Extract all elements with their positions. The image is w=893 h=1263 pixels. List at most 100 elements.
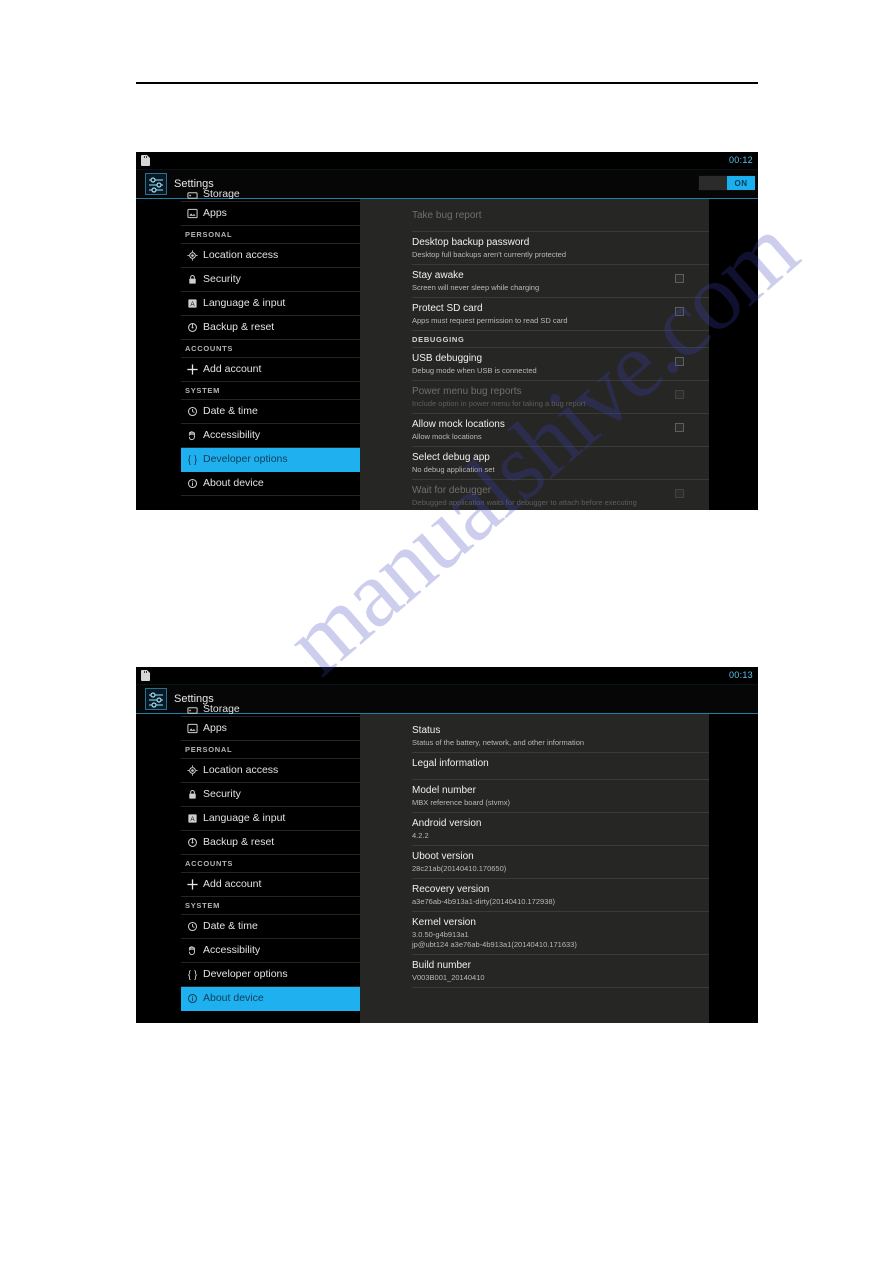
- sidebar-item-security[interactable]: Security: [181, 268, 360, 292]
- pref-title: Legal information: [412, 758, 489, 769]
- sidebar-item-location-access[interactable]: Location access: [181, 759, 360, 783]
- pref-title: USB debugging: [412, 353, 483, 364]
- android-status-bar-1: 00:12: [136, 152, 758, 170]
- sidebar-item-add-account[interactable]: Add account: [181, 873, 360, 897]
- sidebar-item-label: About device: [203, 477, 264, 489]
- status-bar-clock: 00:13: [728, 670, 753, 680]
- sidebar-item-label: Accessibility: [203, 429, 261, 441]
- pref-title: Build number: [412, 960, 471, 971]
- pref-summary: 4.2.2: [412, 831, 429, 840]
- clock-icon: [181, 406, 203, 417]
- pref-usb-debugging[interactable]: USB debugging Debug mode when USB is con…: [412, 348, 709, 381]
- plus-icon: [181, 878, 203, 891]
- sidebar-item-location-access[interactable]: Location access: [181, 244, 360, 268]
- settings-content-1: Storage Apps PERSONAL Location access Se…: [136, 190, 758, 510]
- pref-title: Select debug app: [412, 452, 490, 463]
- pref-title: Android version: [412, 818, 482, 829]
- pref-protect-sd-card[interactable]: Protect SD card Apps must request permis…: [412, 298, 709, 331]
- language-icon: A: [181, 298, 203, 309]
- apps-icon: [181, 208, 203, 219]
- protect-sd-card-checkbox[interactable]: [675, 307, 684, 316]
- sidebar-item-security[interactable]: Security: [181, 783, 360, 807]
- pref-summary: Desktop full backups aren't currently pr…: [412, 250, 567, 259]
- pref-legal-information[interactable]: Legal information: [412, 753, 709, 780]
- allow-mock-locations-checkbox[interactable]: [675, 423, 684, 432]
- pref-desktop-backup-password[interactable]: Desktop backup password Desktop full bac…: [412, 232, 709, 265]
- sidebar-item-date-time[interactable]: Date & time: [181, 400, 360, 424]
- sidebar-item-label: Location access: [203, 249, 279, 261]
- sidebar-item-label: Backup & reset: [203, 836, 275, 848]
- sidebar-item-backup-reset[interactable]: Backup & reset: [181, 831, 360, 855]
- sidebar-item-apps[interactable]: Apps: [181, 717, 360, 741]
- pref-power-menu-bug-reports[interactable]: Power menu bug reports Include option in…: [412, 381, 709, 414]
- settings-content-2: Storage Apps PERSONAL Location access Se…: [136, 705, 758, 1023]
- pref-summary: Debugged application waits for debugger …: [412, 498, 637, 507]
- pref-title: Recovery version: [412, 884, 490, 895]
- pref-title: Protect SD card: [412, 303, 483, 314]
- sidebar-nav-list-1: Storage Apps PERSONAL Location access Se…: [181, 190, 360, 496]
- settings-sliders-icon[interactable]: [145, 173, 167, 195]
- svg-text:A: A: [190, 301, 195, 308]
- pref-title: Allow mock locations: [412, 419, 505, 430]
- sidebar-item-label: Date & time: [203, 920, 258, 932]
- wait-for-debugger-checkbox[interactable]: [675, 489, 684, 498]
- sidebar-item-date-time[interactable]: Date & time: [181, 915, 360, 939]
- sidebar-item-developer-options[interactable]: Developer options: [181, 963, 360, 987]
- sidebar-item-language-input[interactable]: A Language & input: [181, 292, 360, 316]
- sidebar-header-label: SYSTEM: [185, 386, 221, 395]
- pref-summary: Status of the battery, network, and othe…: [412, 738, 585, 747]
- sidebar-item-label: Developer options: [203, 968, 288, 980]
- sidebar-header-label: ACCOUNTS: [185, 859, 234, 868]
- sidebar-item-label: Add account: [203, 878, 262, 890]
- screenshot-about-device: 00:13 Settings Storage Apps PERSONAL Loc…: [136, 667, 758, 1023]
- sidebar-item-accessibility[interactable]: Accessibility: [181, 424, 360, 448]
- sidebar-item-label: Apps: [203, 722, 227, 734]
- sidebar-item-language-input[interactable]: A Language & input: [181, 807, 360, 831]
- sidebar-item-label: About device: [203, 992, 264, 1004]
- sidebar-item-about-device[interactable]: About device: [181, 472, 360, 496]
- pref-summary: Include option in power menu for taking …: [412, 399, 586, 408]
- pref-recovery-version: Recovery version a3e76ab-4b913a1-dirty(2…: [412, 879, 709, 912]
- pref-title: Status: [412, 725, 441, 736]
- usb-debugging-checkbox[interactable]: [675, 357, 684, 366]
- location-icon: [181, 250, 203, 261]
- stay-awake-checkbox[interactable]: [675, 274, 684, 283]
- power-menu-bug-reports-checkbox[interactable]: [675, 390, 684, 399]
- pref-select-debug-app[interactable]: Select debug app No debug application se…: [412, 447, 709, 480]
- accessibility-hand-icon: [181, 945, 203, 956]
- pref-stay-awake[interactable]: Stay awake Screen will never sleep while…: [412, 265, 709, 298]
- braces-icon: [181, 454, 203, 466]
- pref-take-bug-report[interactable]: Take bug report: [412, 205, 709, 232]
- pref-title: Take bug report: [412, 210, 482, 221]
- settings-sliders-icon[interactable]: [145, 688, 167, 710]
- sidebar-item-storage-partial[interactable]: Storage: [181, 190, 360, 202]
- sidebar-header-accounts: ACCOUNTS: [181, 340, 360, 358]
- pref-title: Desktop backup password: [412, 237, 530, 248]
- language-icon: A: [181, 813, 203, 824]
- sidebar-item-about-device[interactable]: About device: [181, 987, 360, 1011]
- sidebar-item-storage-partial[interactable]: Storage: [181, 705, 360, 717]
- sidebar-header-system: SYSTEM: [181, 382, 360, 400]
- pref-summary: MBX reference board (stvmx): [412, 798, 510, 807]
- sidebar-item-backup-reset[interactable]: Backup & reset: [181, 316, 360, 340]
- backup-reset-icon: [181, 322, 203, 333]
- sidebar-item-developer-options[interactable]: Developer options: [181, 448, 360, 472]
- section-header-label: DEBUGGING: [412, 334, 465, 344]
- pref-summary: V003B001_20140410: [412, 973, 485, 982]
- pref-uboot-version: Uboot version 28c21ab(20140410.170650): [412, 846, 709, 879]
- sidebar-item-accessibility[interactable]: Accessibility: [181, 939, 360, 963]
- settings-sidebar-2[interactable]: Storage Apps PERSONAL Location access Se…: [136, 705, 360, 1023]
- page-header-rule: [136, 82, 758, 84]
- settings-sidebar-1[interactable]: Storage Apps PERSONAL Location access Se…: [136, 190, 360, 510]
- pref-status[interactable]: Status Status of the battery, network, a…: [412, 720, 709, 753]
- lock-icon: [181, 274, 203, 285]
- storage-icon: [181, 190, 203, 201]
- pref-allow-mock-locations[interactable]: Allow mock locations Allow mock location…: [412, 414, 709, 447]
- sidebar-nav-list-2: Storage Apps PERSONAL Location access Se…: [181, 705, 360, 1011]
- sidebar-item-add-account[interactable]: Add account: [181, 358, 360, 382]
- sd-card-icon: [140, 154, 152, 167]
- pref-wait-for-debugger[interactable]: Wait for debugger Debugged application w…: [412, 480, 709, 510]
- developer-options-toggle[interactable]: ON: [698, 175, 756, 191]
- sidebar-header-accounts: ACCOUNTS: [181, 855, 360, 873]
- sidebar-item-apps[interactable]: Apps: [181, 202, 360, 226]
